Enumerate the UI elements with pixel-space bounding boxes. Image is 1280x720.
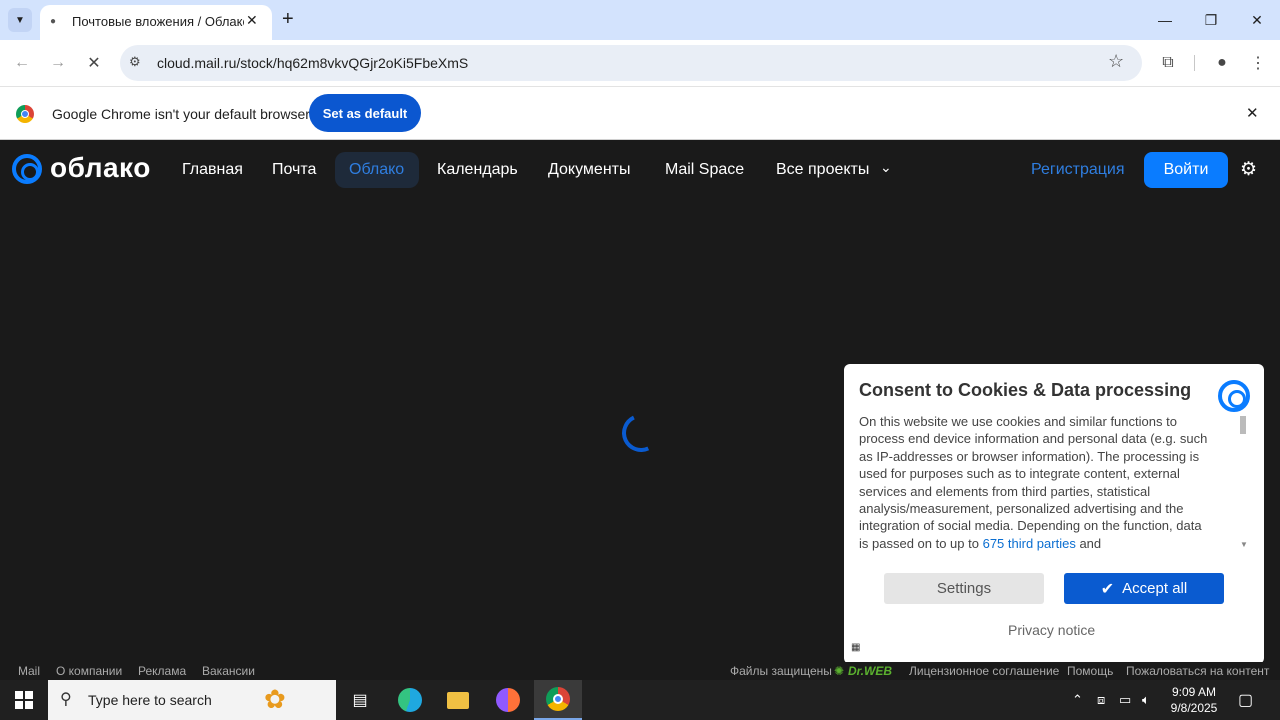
search-placeholder: Type here to search [88, 692, 212, 708]
nav-mail[interactable]: Почта [272, 161, 316, 179]
cookie-settings-button[interactable]: Settings [884, 573, 1044, 604]
restore-icon[interactable]: ❐ [1188, 0, 1234, 40]
profile-icon[interactable]: ● [1210, 51, 1234, 75]
edge-icon[interactable] [386, 680, 434, 720]
menu-icon[interactable]: ⋮ [1246, 51, 1270, 75]
tab-strip: ▼ ● Почтовые вложения / Облако ✕ + — ❐ ✕ [0, 0, 1280, 40]
stop-icon[interactable]: ✕ [82, 51, 106, 75]
site-footer: Mail О компании Реклама Вакансии Файлы з… [0, 662, 1280, 680]
extensions-icon[interactable]: ⧉ [1156, 51, 1180, 75]
start-windows-icon[interactable] [0, 680, 48, 720]
at-logo-icon [1218, 380, 1250, 412]
forward-icon[interactable]: → [46, 51, 70, 75]
nav-mail-space[interactable]: Mail Space [665, 161, 744, 179]
nav-main[interactable]: Главная [182, 161, 243, 179]
set-default-button[interactable]: Set as default [309, 94, 421, 132]
chrome-logo-icon [16, 105, 34, 123]
close-window-icon[interactable]: ✕ [1234, 0, 1280, 40]
taskbar-search-box[interactable]: ⚲ Type here to search ✿ [48, 680, 336, 720]
footer-mail[interactable]: Mail [18, 664, 40, 678]
login-button[interactable]: Войти [1144, 152, 1228, 188]
chevron-down-icon[interactable]: ⌄ [880, 159, 892, 176]
accept-all-label: Accept all [1122, 580, 1188, 597]
toolbar: ← → ✕ ⚙ cloud.mail.ru/stock/hq62m8vkvQGj… [0, 40, 1280, 86]
nav-documents[interactable]: Документы [548, 161, 630, 179]
cookie-consent-dialog: Consent to Cookies & Data processing On … [844, 364, 1264, 664]
footer-protected: Файлы защищены [730, 664, 832, 678]
tab-title: Почтовые вложения / Облако [72, 14, 244, 29]
clock-date: 9/8/2025 [1170, 701, 1218, 715]
default-browser-infobar: Google Chrome isn't your default browser… [0, 86, 1280, 140]
tray-app-icon[interactable]: ⧈ [1097, 692, 1105, 708]
new-tab-icon[interactable]: + [282, 8, 294, 30]
nav-all-projects[interactable]: Все проекты [776, 161, 869, 179]
footer-jobs[interactable]: Вакансии [202, 664, 255, 678]
footer-about[interactable]: О компании [56, 664, 122, 678]
register-link[interactable]: Регистрация [1031, 161, 1125, 179]
tab-close-icon[interactable]: ✕ [246, 12, 258, 29]
logo-text[interactable]: облако [50, 152, 151, 184]
file-explorer-icon[interactable] [434, 680, 482, 720]
firefox-icon[interactable] [484, 680, 532, 720]
minimize-icon[interactable]: — [1142, 0, 1188, 40]
address-bar[interactable]: ⚙ cloud.mail.ru/stock/hq62m8vkvQGjr2oKi5… [120, 45, 1142, 81]
footer-license[interactable]: Лицензионное соглашение [909, 664, 1059, 678]
privacy-notice-link[interactable]: Privacy notice [1008, 622, 1095, 638]
taskbar-clock[interactable]: 9:09 AM 9/8/2025 [1166, 684, 1222, 716]
infobar-text: Google Chrome isn't your default browser [52, 106, 310, 122]
windows-taskbar: ⚲ Type here to search ✿ ▤ ⌃ ⧈ ▭ 🔈︎ 9:09 … [0, 680, 1280, 720]
chrome-taskbar-icon[interactable] [534, 680, 582, 720]
settings-gear-icon[interactable]: ⚙ [1240, 158, 1257, 181]
cookie-body-text: On this website we use cookies and simil… [859, 414, 1208, 551]
qr-icon: ▦ [851, 642, 861, 653]
drweb-logo[interactable]: Dr.WEB [848, 664, 892, 678]
url-text[interactable]: cloud.mail.ru/stock/hq62m8vkvQGjr2oKi5Fb… [157, 55, 468, 71]
back-icon[interactable]: ← [10, 51, 34, 75]
accept-all-button[interactable]: ✔ Accept all [1064, 573, 1224, 604]
cookie-title: Consent to Cookies & Data processing [859, 380, 1192, 400]
site-header: облако Главная Почта Облако Календарь До… [0, 140, 1280, 200]
search-icon: ⚲ [60, 691, 72, 708]
check-icon: ✔ [1100, 580, 1115, 598]
nav-calendar[interactable]: Календарь [437, 161, 518, 179]
toolbar-divider [1194, 55, 1195, 71]
logo-at-icon[interactable] [12, 154, 42, 184]
cookie-body-text-end: and [1075, 535, 1102, 551]
nav-cloud[interactable]: Облако [349, 161, 404, 179]
footer-help[interactable]: Помощь [1067, 664, 1113, 678]
scroll-down-icon[interactable]: ▼ [1240, 540, 1248, 549]
network-icon[interactable]: ▭ [1119, 692, 1131, 708]
footer-ads[interactable]: Реклама [138, 664, 186, 678]
volume-icon[interactable]: 🔈︎ [1142, 692, 1150, 708]
site-info-icon[interactable]: ⚙ [129, 54, 141, 70]
third-parties-link[interactable]: 675 third parties [983, 536, 1076, 551]
tab-search-icon[interactable]: ▼ [8, 8, 32, 32]
tray-chevron-icon[interactable]: ⌃ [1072, 692, 1083, 708]
clock-time: 9:09 AM [1171, 685, 1217, 699]
notifications-icon[interactable]: ▢ [1238, 690, 1253, 710]
task-view-icon[interactable]: ▤ [336, 680, 384, 720]
tulips-decoration-icon: ✿ [264, 684, 286, 714]
cookie-body: On this website we use cookies and simil… [859, 413, 1209, 553]
infobar-close-icon[interactable]: ✕ [1246, 104, 1259, 122]
bookmark-star-icon[interactable]: ☆ [1108, 51, 1124, 72]
cookie-scrollbar[interactable] [1240, 416, 1246, 434]
loading-spinner [616, 408, 666, 458]
spider-icon: ✺ [834, 664, 845, 678]
footer-report[interactable]: Пожаловаться на контент [1126, 664, 1269, 678]
tab-active[interactable]: ● Почтовые вложения / Облако ✕ [40, 5, 272, 40]
tab-loading-icon: ● [50, 16, 57, 27]
